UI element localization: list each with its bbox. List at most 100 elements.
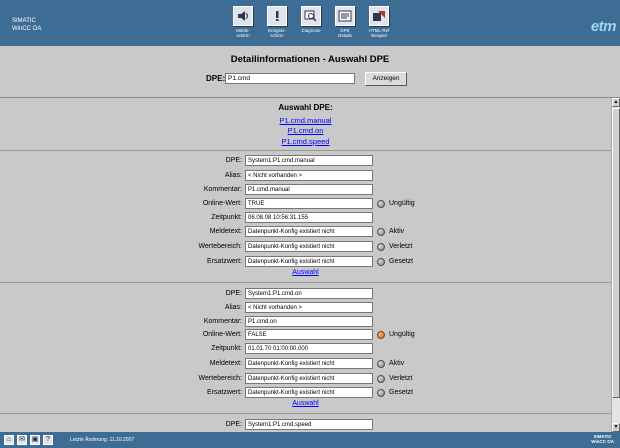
dpe-label: DPE:	[225, 421, 242, 428]
html-example-icon	[369, 6, 389, 26]
status-led	[377, 389, 385, 397]
divider	[0, 413, 611, 414]
home-icon[interactable]: ⌂	[4, 435, 14, 445]
dpe-label: DPE:	[206, 74, 226, 83]
ersatzwert-label: Ersatzwert:	[206, 258, 242, 265]
nav-dpe-details-button[interactable]: DPE Details	[330, 6, 360, 38]
online-label: Online-Wert:	[202, 200, 242, 207]
alias-label: Alias:	[224, 172, 242, 179]
nav-label: Diagnose	[301, 28, 321, 33]
kommentar-label: Kommentar:	[203, 186, 242, 193]
footer-logo-line2: WinCC OA	[591, 439, 614, 444]
dpe-field[interactable]: System1:P1.cmd.speed	[245, 419, 373, 430]
last-change-text: Letzte Änderung: 11.10.2007	[70, 437, 135, 443]
status-led	[377, 243, 385, 251]
ersatzwert-field[interactable]: Datenpunkt-Konfig existiert nicht	[245, 387, 373, 398]
auswahl-link[interactable]: Auswahl	[0, 269, 611, 276]
meldetext-label: Meldetext:	[209, 360, 242, 367]
nav-label: schirm	[236, 33, 250, 38]
status-text: Gesetzt	[389, 389, 414, 396]
dpe-label: DPE:	[225, 290, 242, 297]
scroll-down-arrow-icon[interactable]: ▼	[612, 423, 620, 432]
zeit-field[interactable]: 01.01.70 01:00:00.000	[245, 343, 373, 354]
brand-line2: WinCC OA	[12, 26, 42, 32]
kommentar-field[interactable]: P1.cmd.on	[245, 316, 373, 327]
nav-label: schirm	[270, 33, 284, 38]
footer-bar: ⌂ ✉ ▣ ? Letzte Änderung: 11.10.2007 SIMA…	[0, 432, 620, 448]
ersatzwert-row: Ersatzwert: Datenpunkt-Konfig existiert n…	[0, 256, 611, 270]
alias-label: Alias:	[224, 304, 242, 311]
nav-label: Beispiel	[371, 33, 387, 38]
scroll-thumb[interactable]	[612, 108, 620, 398]
selection-title: Auswahl DPE:	[278, 103, 333, 112]
status-text: Gesetzt	[389, 258, 414, 265]
status-led	[377, 200, 385, 208]
nav-meldeschirm-button[interactable]: Melde-schirm	[228, 6, 258, 38]
status-text: Aktiv	[389, 228, 405, 235]
page-title: Detailinformationen - Auswahl DPE	[230, 54, 390, 65]
status-led-alarm	[377, 331, 385, 339]
dpe-field[interactable]: System1:P1.cmd.on	[245, 288, 373, 299]
status-text: Aktiv	[389, 360, 405, 367]
magnifier-icon	[301, 6, 321, 26]
wertebereich-row: Wertebereich: Datenpunkt-Konfig existiert…	[0, 373, 611, 387]
online-label: Online-Wert:	[202, 331, 242, 338]
brand-line1: SIMATIC	[12, 18, 36, 24]
wertebereich-field[interactable]: Datenpunkt-Konfig existiert nicht	[245, 241, 373, 252]
nav-ereignisschirm-button[interactable]: Ereignis-schirm	[262, 6, 292, 38]
alias-field[interactable]: < Nicht vorhanden >	[245, 302, 373, 313]
kommentar-row: Kommentar: P1.cmd.manual	[0, 184, 611, 198]
page-header: Detailinformationen - Auswahl DPE DPE: P…	[0, 46, 620, 98]
show-button[interactable]: Anzeigen	[365, 72, 407, 86]
status-text: Verletzt	[389, 375, 413, 382]
zeit-row: Zeitpunkt: 06.08.08 10:56:31.155	[0, 212, 611, 226]
status-text: Verletzt	[389, 243, 413, 250]
zeit-row: Zeitpunkt: 01.01.70 01:00:00.000	[0, 343, 611, 357]
details-content: Auswahl DPE: P1.cmd.manual P1.cmd.on P1.…	[0, 98, 611, 432]
help-icon[interactable]: ?	[43, 435, 53, 445]
mail-icon[interactable]: ✉	[17, 435, 27, 445]
vertical-scrollbar[interactable]: ▲ ▼	[611, 98, 620, 432]
dpe-input[interactable]: P1.cmd	[225, 73, 355, 84]
meldetext-field[interactable]: Datenpunkt-Konfig existiert nicht	[245, 358, 373, 369]
selection-link[interactable]: P1.cmd.manual	[0, 116, 611, 125]
nav-label: Details	[338, 33, 352, 38]
dpe-row: DPE: System1:P1.cmd.on	[0, 288, 611, 302]
exclamation-icon	[267, 6, 287, 26]
speaker-icon	[233, 6, 253, 26]
ersatzwert-label: Ersatzwert:	[206, 389, 242, 396]
online-field[interactable]: TRUE	[245, 198, 373, 209]
meldetext-label: Meldetext:	[209, 228, 242, 235]
divider	[0, 150, 611, 151]
top-bar: SIMATIC WinCC OA Melde-schirm Ereignis-sc…	[0, 0, 620, 46]
alias-field[interactable]: < Nicht vorhanden >	[245, 170, 373, 181]
nav-html-example-button[interactable]: HTML-Ref Beispiel	[364, 6, 394, 38]
wertebereich-label: Wertebereich:	[198, 375, 242, 382]
meldetext-row: Meldetext: Datenpunkt-Konfig existiert ni…	[0, 358, 611, 372]
meldetext-row: Meldetext: Datenpunkt-Konfig existiert ni…	[0, 226, 611, 240]
nav-diagnose-button[interactable]: Diagnose	[296, 6, 326, 33]
dpe-details-icon	[335, 6, 355, 26]
ersatzwert-field[interactable]: Datenpunkt-Konfig existiert nicht	[245, 256, 373, 267]
meldetext-field[interactable]: Datenpunkt-Konfig existiert nicht	[245, 226, 373, 237]
selection-link[interactable]: P1.cmd.speed	[0, 137, 611, 146]
status-led	[377, 228, 385, 236]
alias-row: Alias: < Nicht vorhanden >	[0, 170, 611, 184]
online-field[interactable]: FALSE	[245, 329, 373, 340]
wertebereich-field[interactable]: Datenpunkt-Konfig existiert nicht	[245, 373, 373, 384]
zeit-field[interactable]: 06.08.08 10:56:31.155	[245, 212, 373, 223]
dpe-field[interactable]: System1:P1.cmd.manual	[245, 155, 373, 166]
divider	[0, 282, 611, 283]
dpe-label: DPE:	[225, 157, 242, 164]
selection-link[interactable]: P1.cmd.on	[0, 126, 611, 135]
online-row: Online-Wert: TRUE Ungültig	[0, 198, 611, 212]
scroll-up-arrow-icon[interactable]: ▲	[612, 98, 620, 107]
kommentar-field[interactable]: P1.cmd.manual	[245, 184, 373, 195]
auswahl-link[interactable]: Auswahl	[0, 400, 611, 407]
status-text: Ungültig	[389, 200, 415, 207]
kommentar-row: Kommentar: P1.cmd.on	[0, 316, 611, 330]
monitor-icon[interactable]: ▣	[30, 435, 40, 445]
online-row: Online-Wert: FALSE Ungültig	[0, 329, 611, 343]
status-led	[377, 258, 385, 266]
dpe-row: DPE: System1:P1.cmd.speed	[0, 419, 611, 432]
